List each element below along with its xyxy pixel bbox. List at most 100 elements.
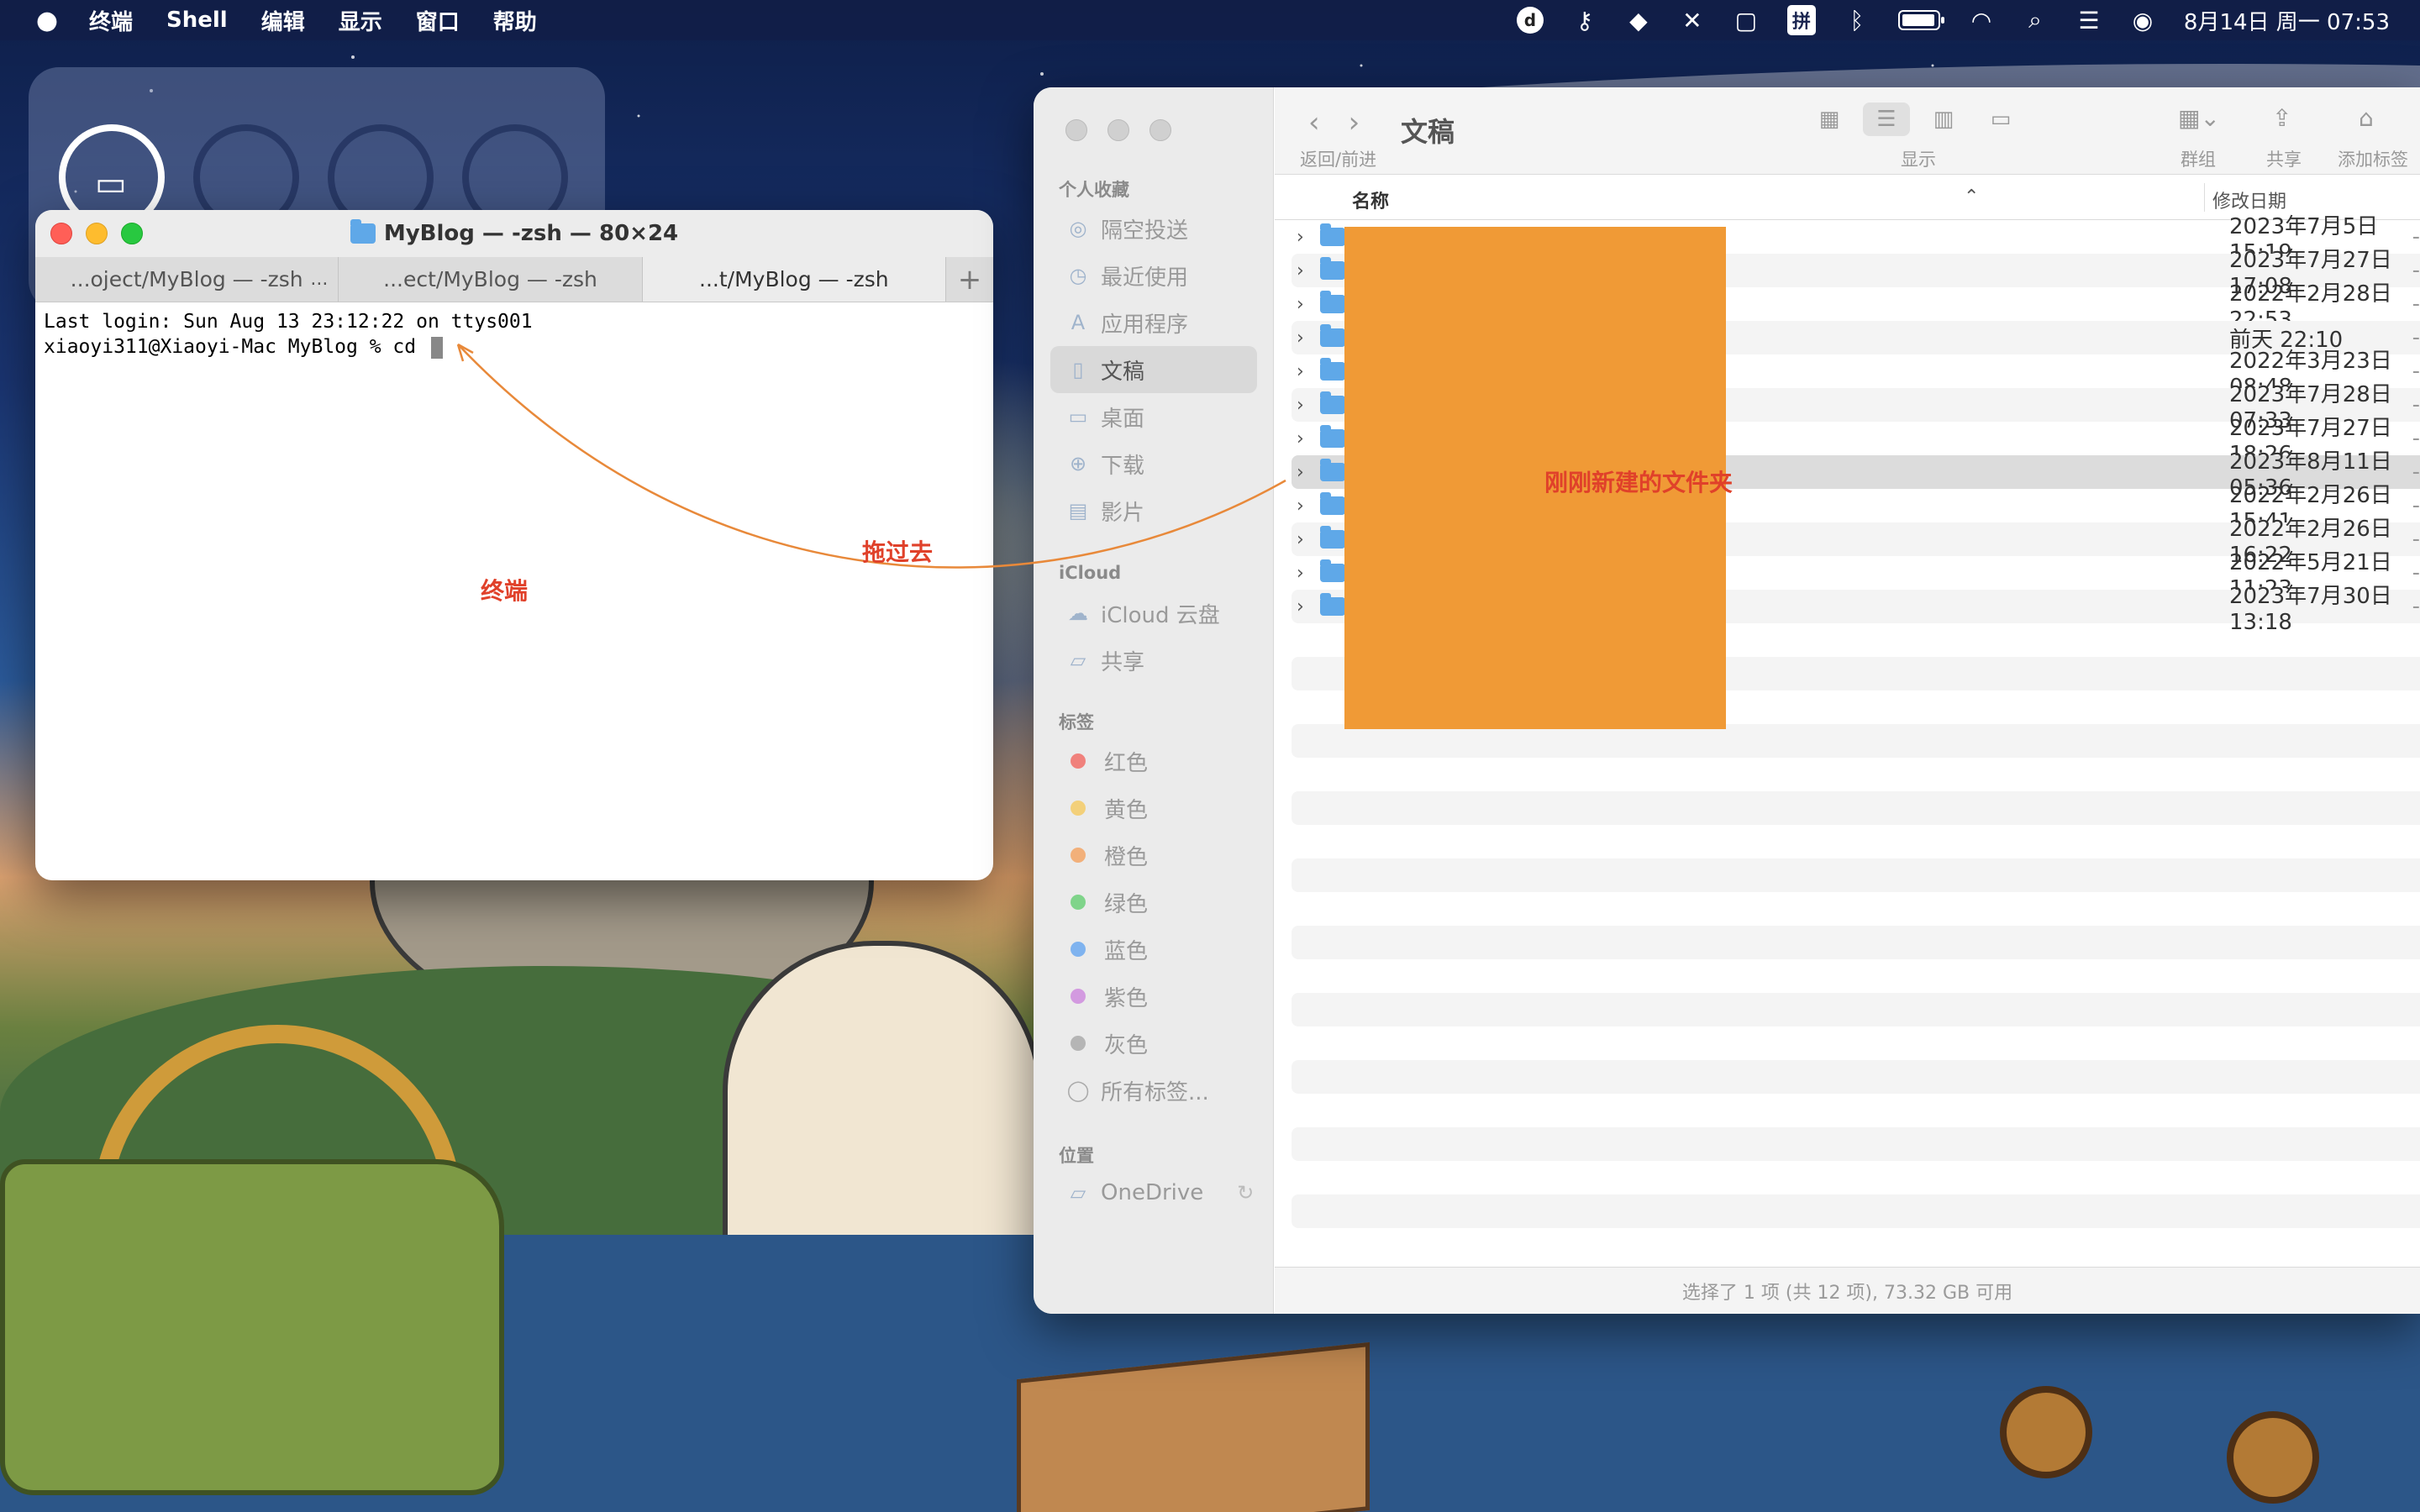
- terminal-tab[interactable]: ...ect/MyBlog — -zsh: [339, 257, 643, 302]
- disclosure-chevron-icon[interactable]: ›: [1297, 529, 1304, 550]
- zoom-button[interactable]: [121, 223, 143, 244]
- menu-item-help[interactable]: 帮助: [493, 5, 537, 36]
- forward-button[interactable]: ›: [1349, 106, 1360, 139]
- airdrop-icon: ◎: [1069, 217, 1087, 240]
- group-button[interactable]: ▦⌄: [2178, 104, 2220, 132]
- account-icon[interactable]: d: [1516, 7, 1544, 34]
- disclosure-chevron-icon[interactable]: ›: [1297, 428, 1304, 449]
- empty-row: [1292, 825, 2420, 858]
- sidebar-item-recents[interactable]: ◷ 最近使用: [1050, 252, 1257, 299]
- menu-item-window[interactable]: 窗口: [416, 5, 460, 36]
- add-tag-button[interactable]: ⌂: [2359, 104, 2374, 132]
- sidebar-item-shared[interactable]: ▱ 共享: [1050, 637, 1257, 684]
- battery-icon[interactable]: [1897, 10, 1944, 30]
- disclosure-chevron-icon[interactable]: ›: [1297, 596, 1304, 617]
- input-method-icon[interactable]: 拼: [1786, 5, 1816, 35]
- sidebar-item-movies[interactable]: ▤ 影片: [1050, 487, 1257, 534]
- sidebar-item-icloud-drive[interactable]: ☁ iCloud 云盘: [1050, 590, 1257, 637]
- share-button[interactable]: ⇪: [2272, 104, 2291, 132]
- sidebar-item-label: 灰色: [1104, 1032, 1149, 1058]
- gallery-view-button[interactable]: ▭: [1977, 102, 2024, 136]
- list-view-button[interactable]: ☰: [1863, 102, 1910, 136]
- disclosure-chevron-icon[interactable]: ›: [1297, 294, 1304, 315]
- sidebar-item-label: 下载: [1101, 453, 1145, 479]
- sidebar-item-onedrive[interactable]: ▱ OneDrive ↻: [1050, 1169, 1257, 1216]
- disclosure-chevron-icon[interactable]: ›: [1297, 563, 1304, 584]
- folder-icon: [1320, 324, 1345, 347]
- disclosure-chevron-icon[interactable]: ›: [1297, 395, 1304, 416]
- sidebar-tag-blue[interactable]: 蓝色: [1050, 926, 1257, 973]
- icon-view-button[interactable]: ▦: [1806, 102, 1853, 136]
- column-view-button[interactable]: ▥: [1920, 102, 1967, 136]
- sidebar-tag-purple[interactable]: 紫色: [1050, 973, 1257, 1020]
- terminal-title: MyBlog — -zsh — 80×24: [383, 221, 679, 246]
- disclosure-chevron-icon[interactable]: ›: [1297, 462, 1304, 483]
- sidebar-all-tags[interactable]: ◯ 所有标签...: [1050, 1067, 1257, 1114]
- window-controls: [50, 223, 143, 244]
- sidebar-tag-yellow[interactable]: 黄色: [1050, 785, 1257, 832]
- apple-menu-icon[interactable]: ●: [30, 6, 64, 35]
- menu-clock[interactable]: 8月14日 周一 07:53: [2184, 5, 2390, 36]
- disclosure-chevron-icon[interactable]: ›: [1297, 260, 1304, 281]
- desktop-icon: ▭: [1068, 405, 1088, 428]
- control-center-icon[interactable]: ☰: [2076, 7, 2102, 34]
- group-icon: ▦⌄: [2178, 104, 2220, 132]
- minimize-button[interactable]: [1107, 119, 1129, 141]
- disclosure-chevron-icon[interactable]: ›: [1297, 496, 1304, 517]
- group-label: 群组: [2181, 150, 2216, 170]
- terminal-output[interactable]: Last login: Sun Aug 13 23:12:22 on ttys0…: [35, 302, 993, 366]
- screen-icon[interactable]: ▢: [1733, 7, 1759, 34]
- wallpaper-spool: [2227, 1411, 2319, 1504]
- empty-row: [1292, 1127, 2420, 1161]
- disclosure-chevron-icon[interactable]: ›: [1297, 361, 1304, 382]
- battery-level: [1902, 14, 1934, 26]
- close-button[interactable]: [1065, 119, 1087, 141]
- terminal-tab-active[interactable]: ...t/MyBlog — -zsh: [642, 257, 946, 302]
- sidebar-item-documents[interactable]: ▯ 文稿: [1050, 346, 1257, 393]
- clock-icon: ◷: [1069, 264, 1087, 287]
- sidebar-tag-gray[interactable]: 灰色: [1050, 1020, 1257, 1067]
- menu-app-name[interactable]: 终端: [89, 5, 133, 36]
- empty-row: [1292, 724, 2420, 758]
- sidebar-item-desktop[interactable]: ▭ 桌面: [1050, 393, 1257, 440]
- minimize-button[interactable]: [86, 223, 108, 244]
- menu-item-view[interactable]: 显示: [339, 5, 382, 36]
- sidebar-tag-red[interactable]: 红色: [1050, 738, 1257, 785]
- qq-icon[interactable]: ◆: [1626, 7, 1651, 34]
- search-icon[interactable]: ⌕: [2023, 6, 2048, 34]
- share-label: 共享: [2266, 150, 2302, 170]
- empty-row: [1292, 1026, 2420, 1060]
- disclosure-chevron-icon[interactable]: ›: [1297, 227, 1304, 248]
- sidebar-item-label: 隔空投送: [1101, 218, 1189, 244]
- disclosure-chevron-icon[interactable]: ›: [1297, 328, 1304, 349]
- close-button[interactable]: [50, 223, 72, 244]
- sidebar-tag-green[interactable]: 绿色: [1050, 879, 1257, 926]
- mute-icon[interactable]: ✕: [1680, 7, 1705, 34]
- empty-row: [1292, 1161, 2420, 1194]
- folder-icon: [1320, 559, 1345, 582]
- terminal-tab[interactable]: ...oject/MyBlog — -zsh ...: [35, 257, 339, 302]
- sidebar-item-label: OneDrive: [1101, 1180, 1204, 1205]
- tag-color-dot: [1071, 848, 1086, 863]
- sidebar-item-label: 文稿: [1101, 359, 1145, 385]
- sidebar-item-label: 应用程序: [1101, 312, 1189, 338]
- sidebar-item-airdrop[interactable]: ◎ 隔空投送: [1050, 205, 1257, 252]
- siri-icon[interactable]: ◉: [2130, 7, 2155, 34]
- sidebar-item-applications[interactable]: A 应用程序: [1050, 299, 1257, 346]
- menu-item-shell[interactable]: Shell: [166, 8, 228, 33]
- sidebar-tag-orange[interactable]: 橙色: [1050, 832, 1257, 879]
- zoom-button[interactable]: [1150, 119, 1171, 141]
- back-button[interactable]: ‹: [1308, 106, 1320, 139]
- terminal-title-bar[interactable]: MyBlog — -zsh — 80×24: [35, 210, 993, 257]
- folder-icon: [1320, 223, 1345, 246]
- key-icon[interactable]: ⚷: [1572, 7, 1597, 34]
- new-tab-button[interactable]: +: [946, 257, 993, 302]
- folder-icon: [1320, 593, 1345, 616]
- bluetooth-icon[interactable]: ᛒ: [1844, 7, 1870, 34]
- menu-item-edit[interactable]: 编辑: [261, 5, 305, 36]
- column-header-name[interactable]: 名称: [1352, 186, 1389, 213]
- empty-row: [1292, 858, 2420, 892]
- terminal-tab-label: ...ect/MyBlog — -zsh: [383, 267, 597, 291]
- wifi-icon[interactable]: ◠: [1969, 7, 1994, 34]
- sidebar-item-downloads[interactable]: ⊕ 下载: [1050, 440, 1257, 487]
